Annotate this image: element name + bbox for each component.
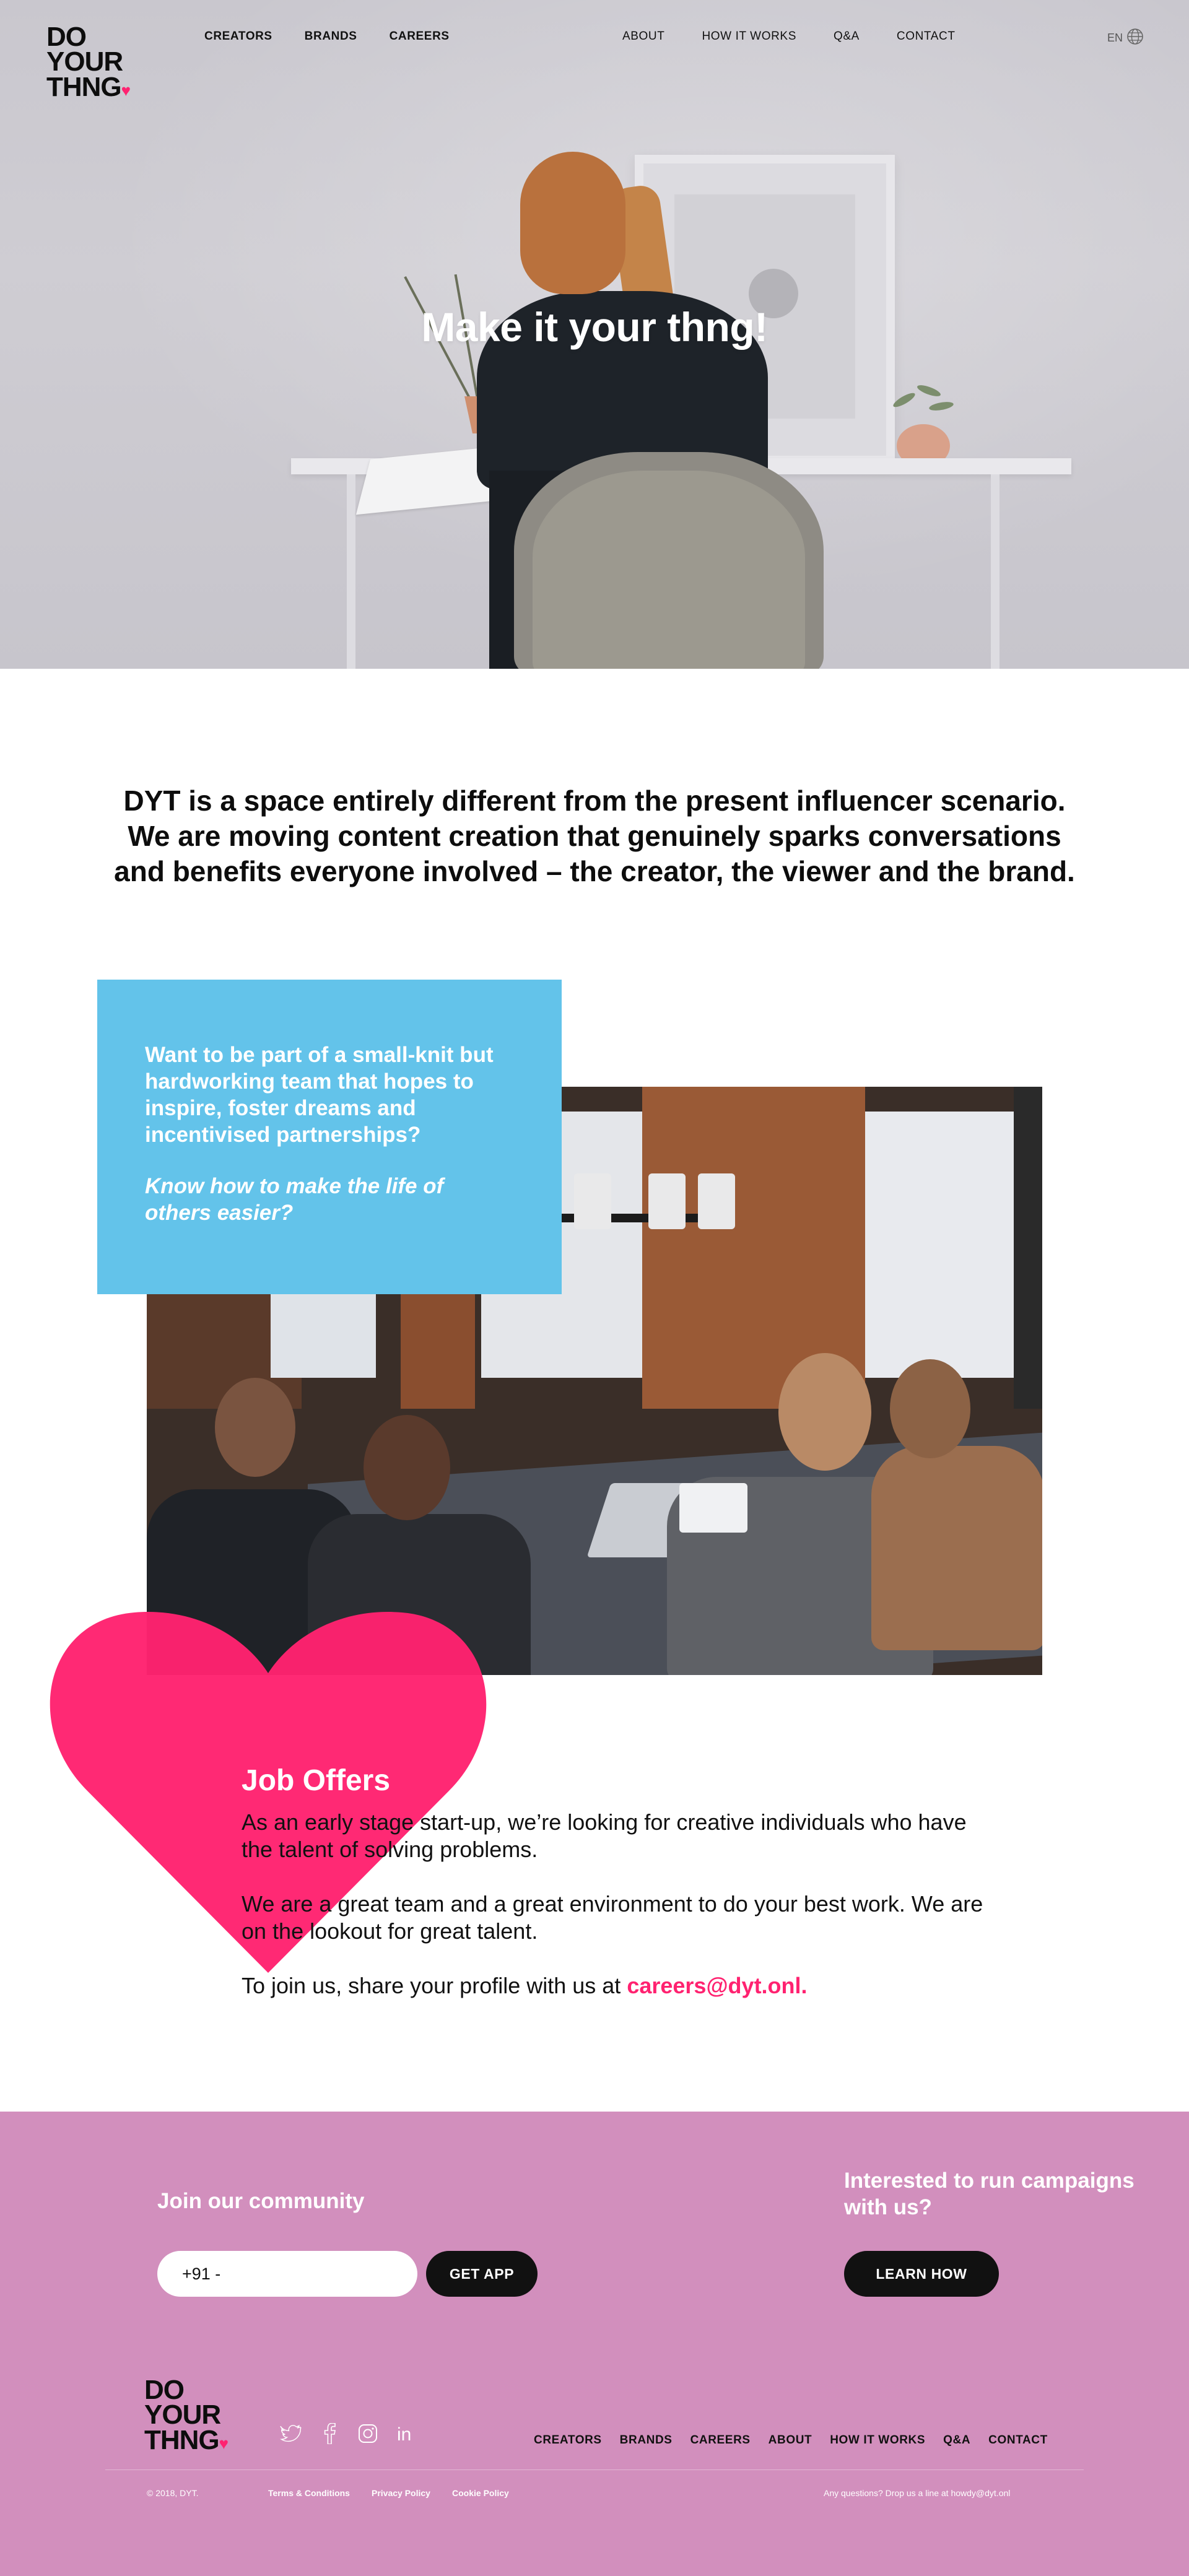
footer-link-brands[interactable]: BRANDS [620, 2434, 673, 2447]
social-links: in [280, 2422, 417, 2445]
footer-link-qa[interactable]: Q&A [943, 2434, 970, 2447]
team-photo-person-head [890, 1359, 970, 1458]
footer-link-careers[interactable]: CAREERS [690, 2434, 751, 2447]
twitter-icon[interactable] [280, 2422, 302, 2445]
team-photo-lamp-shade [698, 1173, 735, 1229]
team-photo-person-head [215, 1378, 295, 1477]
heart-icon: ♥ [121, 80, 131, 100]
nav-link-how-it-works[interactable]: HOW IT WORKS [702, 30, 796, 43]
callout-italic: Know how to make the life of others easi… [145, 1174, 444, 1225]
get-app-button[interactable]: GET APP [426, 2251, 538, 2297]
logo-line-your: YOUR [46, 46, 123, 77]
phone-input[interactable] [157, 2251, 417, 2297]
footer-logo-line-your: YOUR [144, 2400, 221, 2430]
instagram-icon[interactable] [357, 2422, 379, 2445]
terms-link[interactable]: Terms & Conditions [268, 2488, 350, 2498]
job-offers-cta-text: To join us, share your profile with us a… [242, 1973, 621, 1998]
team-photo-person-head [778, 1353, 871, 1471]
logo-line-do: DO [46, 22, 87, 52]
footer-nav: CREATORS BRANDS CAREERS ABOUT HOW IT WOR… [534, 2434, 1048, 2447]
logo-line-thng: THNG [46, 71, 122, 102]
footer-link-contact[interactable]: CONTACT [988, 2434, 1048, 2447]
nav-link-careers[interactable]: CAREERS [390, 30, 450, 43]
globe-icon [1126, 28, 1144, 48]
nav-link-about[interactable]: ABOUT [622, 30, 664, 43]
hero-desk-leg [347, 474, 355, 669]
callout-question: Want to be part of a small-knit but hard… [145, 1043, 494, 1147]
cookie-link[interactable]: Cookie Policy [452, 2488, 509, 2498]
language-selector[interactable]: EN [1107, 28, 1144, 48]
heart-icon: ♥ [219, 2434, 229, 2453]
nav-primary: CREATORS BRANDS CAREERS [204, 30, 450, 43]
language-label: EN [1107, 32, 1123, 44]
team-photo-person [871, 1446, 1042, 1650]
campaign-title: Interested to run campaigns with us? [844, 2169, 1135, 2219]
careers-email-link[interactable]: careers@dyt.onl. [627, 1973, 807, 1998]
job-offers-paragraph-2: We are a great team and a great environm… [242, 1891, 983, 1944]
learn-how-button[interactable]: LEARN HOW [844, 2251, 999, 2297]
nav-link-creators[interactable]: CREATORS [204, 30, 272, 43]
nav-link-contact[interactable]: CONTACT [897, 30, 956, 43]
privacy-link[interactable]: Privacy Policy [372, 2488, 430, 2498]
top-nav: DO YOUR THNG♥ CREATORS BRANDS CAREERS AB… [0, 0, 1189, 105]
intro-statement: DYT is a space entirely different from t… [114, 785, 1075, 887]
team-photo-window [865, 1112, 1020, 1378]
job-offers: Job Offers As an early stage start-up, w… [242, 1764, 985, 1999]
footer: Join our community GET APP Interested to… [0, 2112, 1189, 2576]
logo[interactable]: DO YOUR THNG♥ [46, 22, 131, 102]
svg-text:in: in [397, 2424, 411, 2443]
copyright: © 2018, DYT. [147, 2488, 199, 2498]
footer-divider [105, 2469, 1084, 2470]
linkedin-icon[interactable]: in [395, 2422, 417, 2445]
facebook-icon[interactable] [318, 2422, 341, 2445]
nav-link-qa[interactable]: Q&A [834, 30, 860, 43]
footer-logo-line-thng: THNG [144, 2424, 220, 2455]
nav-link-brands[interactable]: BRANDS [305, 30, 357, 43]
footer-link-creators[interactable]: CREATORS [534, 2434, 602, 2447]
team-photo-bottle [679, 1483, 747, 1533]
job-offers-title: Job Offers [242, 1764, 391, 1797]
hero-person-head [520, 152, 625, 294]
hero-title: Make it your thng! [421, 304, 768, 350]
hero-desk-leg [991, 474, 1000, 669]
job-offers-paragraph-3: To join us, share your profile with us a… [242, 1972, 985, 1999]
job-offers-paragraph-1: As an early stage start-up, we’re lookin… [242, 1809, 967, 1862]
footer-link-how-it-works[interactable]: HOW IT WORKS [830, 2434, 925, 2447]
team-photo-person-head [364, 1415, 450, 1520]
team-photo-lamp-shade [648, 1173, 686, 1229]
footer-logo-line-do: DO [144, 2375, 185, 2405]
footer-logo[interactable]: DO YOUR THNG♥ [144, 2375, 229, 2455]
careers-callout: Want to be part of a small-knit but hard… [97, 980, 562, 1294]
footer-link-about[interactable]: ABOUT [769, 2434, 812, 2447]
community-title: Join our community [157, 2189, 365, 2213]
contact-line: Any questions? Drop us a line at howdy@d… [824, 2488, 1011, 2498]
hero-chair-seat [533, 471, 805, 669]
nav-secondary: ABOUT HOW IT WORKS Q&A CONTACT [622, 30, 956, 43]
team-photo-lamp-shade [574, 1173, 611, 1229]
team-photo-wall [1014, 1087, 1042, 1409]
